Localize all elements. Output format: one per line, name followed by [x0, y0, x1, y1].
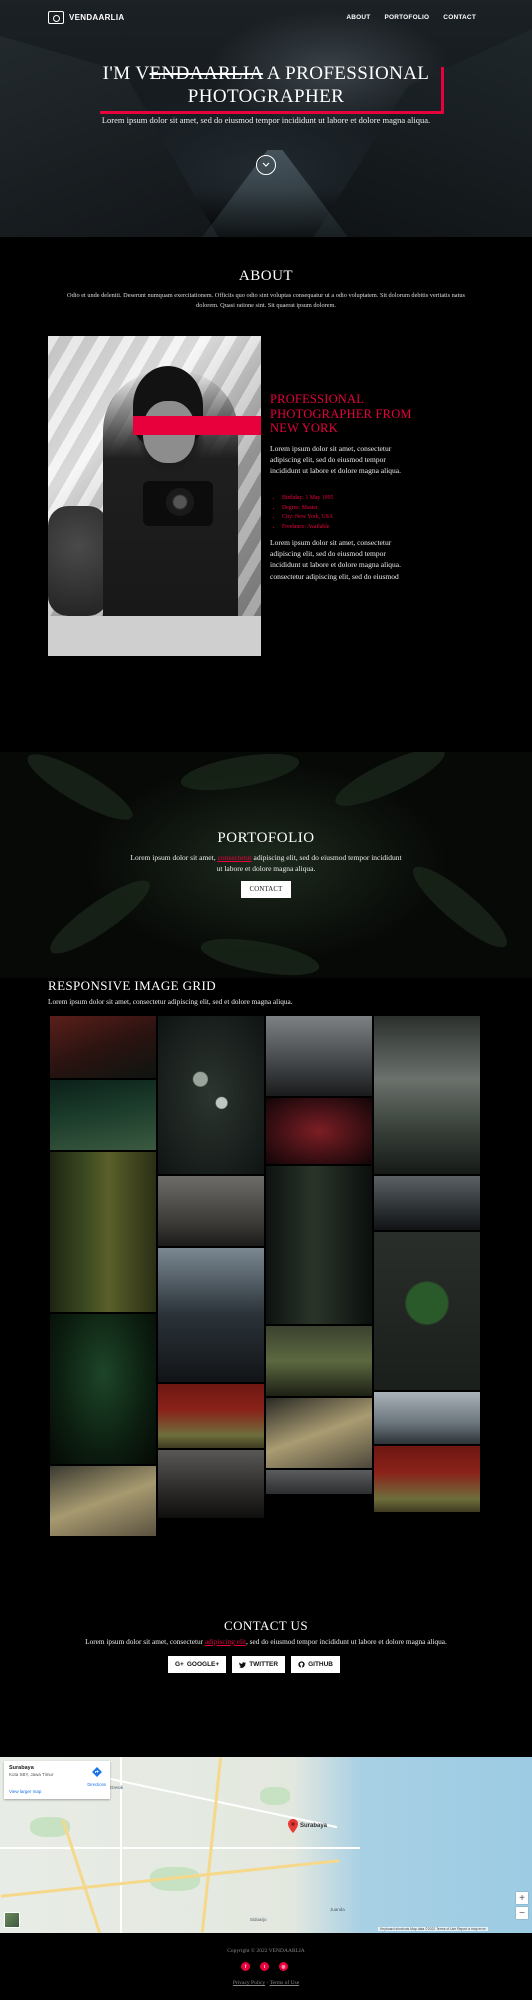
contact-button[interactable]: CONTACT	[241, 881, 291, 898]
grid-image[interactable]	[266, 1166, 372, 1324]
map-label: Surabaya	[300, 1823, 328, 1829]
list-item: Freelance: Available	[282, 523, 402, 533]
about-paragraph-2: Lorem ipsum dolor sit amet, consectetur …	[270, 538, 402, 581]
portfolio-desc-text: Lorem ipsum dolor sit amet,	[130, 853, 218, 862]
map-place-name: Surabaya	[9, 1765, 34, 1771]
about-heading: PROFESSIONAL PHOTOGRAPHER FROM NEW YORK	[270, 392, 412, 435]
grid-image[interactable]	[374, 1446, 480, 1512]
footer-links: Privacy Policy - Terms of Use	[232, 1980, 300, 1986]
map-place-card: Surabaya Kota SBY, Jawa Timur View large…	[4, 1761, 110, 1799]
grid-image[interactable]	[266, 1470, 372, 1494]
about-details-list: Birthday: 1 May 1995 Degree: Master City…	[282, 494, 402, 532]
about-description: Odio et unde deleniti. Deserunt numquam …	[67, 292, 465, 309]
contact-desc-link[interactable]: adipiscing elit	[205, 1637, 246, 1646]
grid-image[interactable]	[50, 1314, 156, 1464]
twitter-icon	[239, 1661, 247, 1668]
grid-image[interactable]	[158, 1384, 264, 1448]
hero-title: I'M VENDAARLIA A PROFESSIONAL PHOTOGRAPH…	[70, 62, 462, 108]
grid-title: RESPONSIVE IMAGE GRID	[48, 978, 217, 993]
directions-icon	[92, 1767, 102, 1777]
nav-link-about[interactable]: ABOUT	[346, 14, 370, 21]
image-grid	[50, 1016, 482, 1542]
navbar: VENDAARLIA ABOUT PORTOFOLIO CONTACT	[0, 0, 532, 36]
list-item: City: New York, USA	[282, 513, 402, 523]
grid-description: Lorem ipsum dolor sit amet, consectetur …	[48, 997, 293, 1006]
grid-image[interactable]	[266, 1326, 372, 1396]
github-icon	[298, 1661, 305, 1668]
brand-logo[interactable]: VENDAARLIA	[48, 11, 124, 24]
google-plus-icon: G+	[175, 1661, 184, 1668]
grid-image[interactable]	[374, 1016, 480, 1174]
camera-icon	[48, 11, 64, 24]
facebook-icon[interactable]: f	[241, 1962, 250, 1971]
contact-desc-text: Lorem ipsum dolor sit amet, consectetur	[85, 1637, 205, 1646]
grid-image[interactable]	[158, 1176, 264, 1246]
about-accent-bar	[133, 416, 261, 435]
nav-link-contact[interactable]: CONTACT	[443, 14, 476, 21]
scroll-down-button[interactable]	[256, 155, 276, 175]
copyright: Copyright © 2022 VENDAARLIA	[227, 1948, 305, 1954]
grid-image[interactable]	[50, 1016, 156, 1078]
zoom-in-button[interactable]: +	[516, 1892, 528, 1904]
instagram-icon[interactable]: ◎	[279, 1962, 288, 1971]
contact-description: Lorem ipsum dolor sit amet, consectetur …	[0, 1637, 532, 1646]
privacy-policy-link[interactable]: Privacy Policy	[233, 1980, 265, 1986]
map-attribution: Keyboard shortcuts Map data ©2022 Terms …	[378, 1927, 488, 1931]
grid-image[interactable]	[50, 1466, 156, 1536]
view-larger-map-link[interactable]: View larger map	[9, 1789, 41, 1794]
footer-socials: f t ◎	[241, 1962, 288, 1971]
google-plus-label: GOOGLE+	[186, 1661, 220, 1668]
grid-image[interactable]	[158, 1248, 264, 1382]
github-label: GITHUB	[308, 1661, 333, 1668]
grid-image[interactable]	[50, 1152, 156, 1312]
hero-mountain-right	[312, 20, 532, 237]
nav-links: ABOUT PORTOFOLIO CONTACT	[346, 14, 476, 21]
contact-buttons: G+ GOOGLE+ TWITTER GITHUB	[168, 1656, 340, 1673]
brand-name: VENDAARLIA	[69, 13, 125, 22]
grid-image[interactable]	[158, 1016, 264, 1174]
directions-button[interactable]	[90, 1767, 104, 1781]
google-plus-button[interactable]: G+ GOOGLE+	[168, 1656, 227, 1673]
portfolio-title: PORTOFOLIO	[217, 830, 315, 846]
portfolio-desc-link[interactable]: consectetur	[217, 853, 251, 862]
map-place-subtitle: Kota SBY, Jawa Timur	[9, 1772, 54, 1777]
twitter-icon[interactable]: t	[260, 1962, 269, 1971]
directions-label: Directions	[87, 1782, 106, 1787]
map-pin-icon[interactable]	[288, 1819, 298, 1833]
map-label: Gresik	[110, 1785, 124, 1790]
hero-title-pre: I'M V	[102, 63, 150, 84]
map-label: Sidoarjo	[250, 1917, 267, 1922]
grid-image[interactable]	[266, 1016, 372, 1096]
grid-image[interactable]	[158, 1450, 264, 1518]
grid-image[interactable]	[374, 1392, 480, 1444]
grid-image[interactable]	[50, 1080, 156, 1150]
contact-title: CONTACT US	[224, 1618, 308, 1633]
map-layer-toggle[interactable]	[4, 1912, 20, 1928]
about-photo	[48, 336, 261, 656]
grid-image[interactable]	[374, 1232, 480, 1390]
grid-image[interactable]	[374, 1176, 480, 1230]
terms-of-use-link[interactable]: Terms of Use	[270, 1980, 300, 1986]
hero-title-strike: ENDAARLIA	[149, 63, 263, 84]
about-title: ABOUT	[238, 268, 294, 284]
contact-desc-text-end: , sed do eiusmod tempor incididunt ut la…	[246, 1637, 447, 1646]
zoom-out-button[interactable]: −	[516, 1907, 528, 1919]
twitter-label: TWITTER	[249, 1661, 279, 1668]
map-label: Juanda	[330, 1907, 345, 1912]
twitter-button[interactable]: TWITTER	[232, 1656, 286, 1673]
portfolio-description: Lorem ipsum dolor sit amet, consectetur …	[130, 852, 402, 874]
list-item: Birthday: 1 May 1995	[282, 494, 402, 504]
chevron-down-icon	[262, 162, 270, 167]
hero-subtitle: Lorem ipsum dolor sit amet, sed do eiusm…	[101, 115, 431, 125]
list-item: Degree: Master	[282, 504, 402, 514]
nav-link-portofolio[interactable]: PORTOFOLIO	[384, 14, 429, 21]
embedded-map[interactable]: Surabaya Sidoarjo Gresik Juanda Surabaya…	[0, 1757, 532, 1933]
about-paragraph-1: Lorem ipsum dolor sit amet, consectetur …	[270, 444, 402, 476]
grid-image[interactable]	[266, 1398, 372, 1468]
github-button[interactable]: GITHUB	[291, 1656, 340, 1673]
grid-image[interactable]	[266, 1098, 372, 1164]
